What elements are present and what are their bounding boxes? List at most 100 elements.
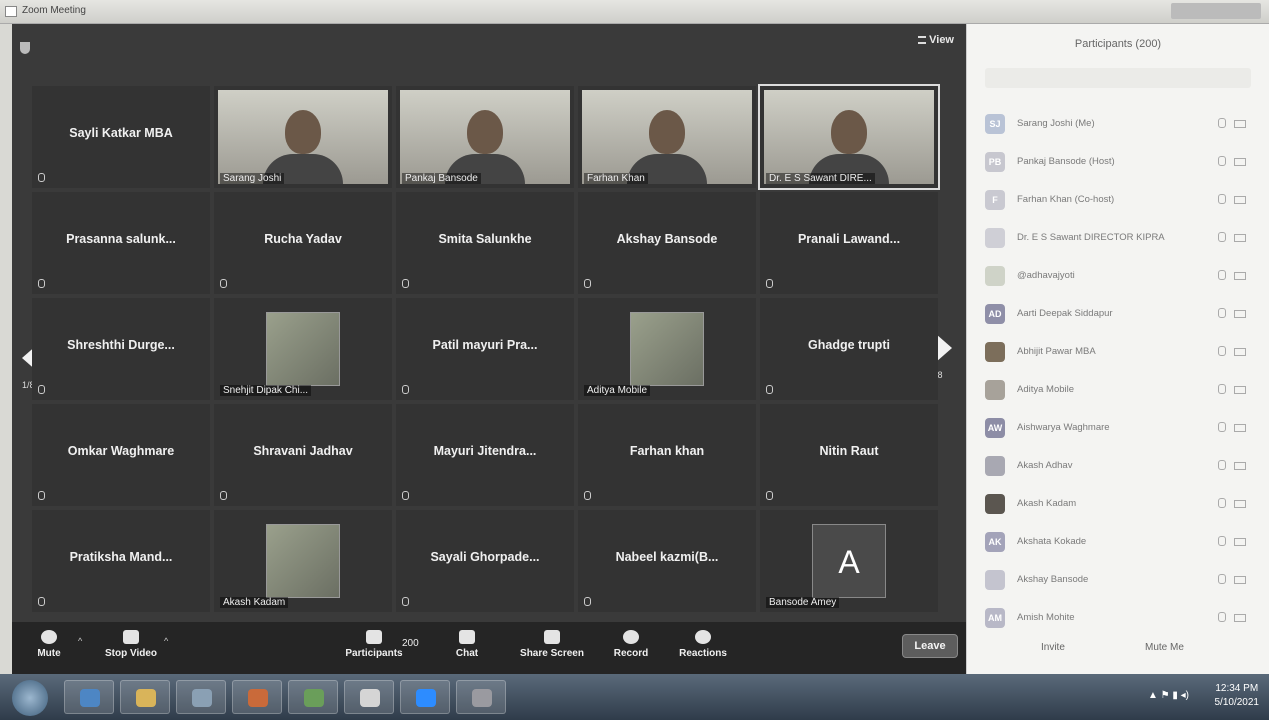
taskbar-app-5[interactable] (288, 680, 338, 714)
participant-avatar: F (985, 190, 1005, 210)
participant-list-item[interactable]: AW Aishwarya Waghmare (967, 410, 1269, 446)
microphone-muted-icon (584, 279, 591, 288)
app-icon (472, 689, 492, 707)
participant-tile[interactable]: Snehjit Dipak Chi... (214, 298, 392, 400)
participant-tile[interactable]: Sarang Joshi (214, 86, 392, 188)
video-off-icon (1234, 234, 1246, 242)
stop-video-button[interactable]: Stop Video (96, 630, 166, 659)
taskbar-zoom[interactable] (400, 680, 450, 714)
participant-list-name: Akshata Kokade (1017, 536, 1087, 547)
participant-tile[interactable]: Shreshthi Durge... (32, 298, 210, 400)
participant-tile[interactable]: Ghadge trupti (760, 298, 938, 400)
record-label: Record (613, 648, 649, 659)
participant-list-item[interactable]: AK Akshata Kokade (967, 524, 1269, 560)
participant-avatar (985, 570, 1005, 590)
participant-list-name: Akash Adhav (1017, 460, 1073, 471)
audio-options-caret[interactable]: ^ (78, 636, 82, 646)
taskbar-media-player[interactable] (176, 680, 226, 714)
participant-list-name: Amish Mohite (1017, 612, 1075, 623)
participant-tile[interactable]: A Bansode Amey (760, 510, 938, 612)
taskbar-file-explorer[interactable] (120, 680, 170, 714)
participant-list-item[interactable]: AD Aarti Deepak Siddapur (967, 296, 1269, 332)
participants-panel-title: Participants (200) (1074, 38, 1162, 50)
app-icon (248, 689, 268, 707)
participant-video-feed (582, 90, 752, 184)
person-head (285, 110, 321, 154)
shield-icon[interactable] (20, 42, 30, 54)
participant-tile[interactable]: Rucha Yadav (214, 192, 392, 294)
participant-avatar: PB (985, 152, 1005, 172)
participant-tile[interactable]: Akash Kadam (214, 510, 392, 612)
invite-button[interactable]: Invite (1041, 642, 1065, 653)
participant-tile[interactable]: Sayli Katkar MBA (32, 86, 210, 188)
participant-name: Shreshthi Durge... (67, 338, 175, 352)
participant-tile[interactable]: Farhan khan (578, 404, 756, 506)
participant-tile[interactable]: Prasanna salunk... (32, 192, 210, 294)
zoom-app-icon (5, 6, 17, 17)
participant-list-item[interactable]: Akash Kadam (967, 486, 1269, 522)
participant-tile[interactable]: Patil mayuri Pra... (396, 298, 574, 400)
mute-me-button[interactable]: Mute Me (1145, 642, 1184, 653)
participant-video-feed (218, 90, 388, 184)
participant-tile[interactable]: Pratiksha Mand... (32, 510, 210, 612)
participant-list-item[interactable]: SJ Sarang Joshi (Me) (967, 106, 1269, 142)
microphone-muted-icon (1218, 118, 1226, 128)
participant-name: Patil mayuri Pra... (432, 338, 538, 352)
record-button[interactable]: Record (596, 630, 666, 659)
microphone-muted-icon (584, 597, 591, 606)
participants-count: 200 (402, 638, 419, 649)
participant-tile[interactable]: Aditya Mobile (578, 298, 756, 400)
leave-button[interactable]: Leave (902, 634, 958, 658)
participant-name: Akash Kadam (220, 597, 289, 608)
participant-tile[interactable]: Shravani Jadhav (214, 404, 392, 506)
participant-tile[interactable]: Nitin Raut (760, 404, 938, 506)
system-tray-icons[interactable]: ▲ ⚑ ▮ ◂) (1148, 690, 1189, 701)
participant-avatar: AM (985, 608, 1005, 628)
participant-tile[interactable]: Farhan Khan (578, 86, 756, 188)
participant-search-input[interactable] (985, 68, 1251, 88)
participant-list-item[interactable]: AM Amish Mohite (967, 600, 1269, 636)
reactions-button[interactable]: Reactions (668, 630, 738, 659)
participant-name: Prasanna salunk... (66, 232, 176, 246)
taskbar-clock[interactable]: 12:34 PM 5/10/2021 (1215, 682, 1260, 710)
participant-name: Rucha Yadav (264, 232, 342, 246)
share-screen-button[interactable]: Share Screen (512, 630, 592, 659)
participant-tile[interactable]: Nabeel kazmi(B... (578, 510, 756, 612)
participant-list-item[interactable]: Akash Adhav (967, 448, 1269, 484)
participant-tile[interactable]: Dr. E S Sawant DIRE... (758, 84, 940, 190)
participant-list-item[interactable]: PB Pankaj Bansode (Host) (967, 144, 1269, 180)
view-button-label: View (929, 34, 954, 46)
participant-tile[interactable]: Omkar Waghmare (32, 404, 210, 506)
microphone-muted-icon (1218, 194, 1226, 204)
participant-tile[interactable]: Akshay Bansode (578, 192, 756, 294)
participant-tile[interactable]: Smita Salunkhe (396, 192, 574, 294)
participant-avatar: AD (985, 304, 1005, 324)
mute-button[interactable]: Mute (14, 630, 84, 659)
record-icon (623, 630, 639, 644)
start-button[interactable] (12, 680, 48, 716)
video-options-caret[interactable]: ^ (164, 636, 168, 646)
profile-picture (630, 312, 704, 386)
chat-button[interactable]: Chat (432, 630, 502, 659)
view-button[interactable]: View (918, 34, 954, 46)
participant-list-item[interactable]: Akshay Bansode (967, 562, 1269, 598)
participant-list-item[interactable]: Abhijit Pawar MBA (967, 334, 1269, 370)
participant-list-item[interactable]: @adhavajyoti (967, 258, 1269, 294)
window-controls[interactable] (1171, 3, 1261, 19)
participant-list-item[interactable]: F Farhan Khan (Co-host) (967, 182, 1269, 218)
participant-tile[interactable]: Pranali Lawand... (760, 192, 938, 294)
participant-tile[interactable]: Pankaj Bansode (396, 86, 574, 188)
video-off-icon (1234, 120, 1246, 128)
participant-avatar: AW (985, 418, 1005, 438)
taskbar-chrome[interactable] (344, 680, 394, 714)
participant-list-item[interactable]: Dr. E S Sawant DIRECTOR KIPRA (967, 220, 1269, 256)
taskbar-app-4[interactable] (232, 680, 282, 714)
microphone-muted-icon (38, 385, 45, 394)
participant-list-name: Aishwarya Waghmare (1017, 422, 1110, 433)
participant-list-item[interactable]: Aditya Mobile (967, 372, 1269, 408)
participant-list-name: Abhijit Pawar MBA (1017, 346, 1096, 357)
taskbar-app-8[interactable] (456, 680, 506, 714)
participant-tile[interactable]: Mayuri Jitendra... (396, 404, 574, 506)
taskbar-internet-explorer[interactable] (64, 680, 114, 714)
participant-tile[interactable]: Sayali Ghorpade... (396, 510, 574, 612)
